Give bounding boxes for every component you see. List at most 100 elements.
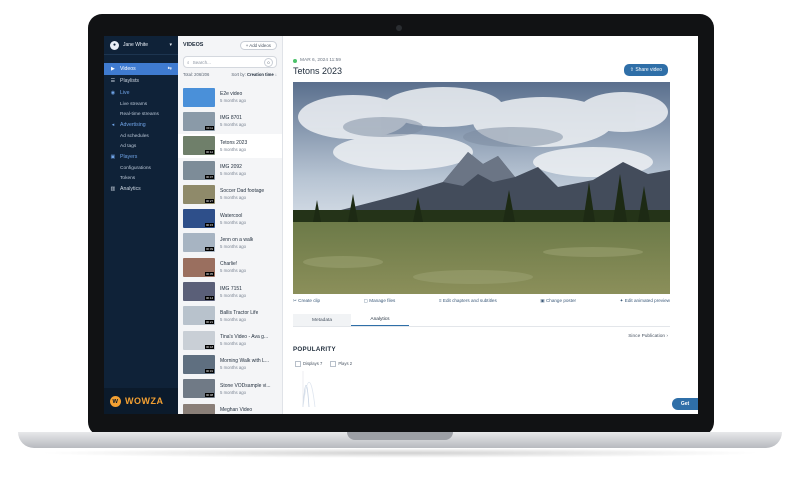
sidebar-item-playlists[interactable]: ☰ Playlists [104,75,178,87]
megaphone-icon: ◂ [111,122,115,128]
laptop-notch [347,432,453,440]
sidebar-item-label: Players [120,154,138,160]
video-title: Soccer Dad footage [220,188,265,195]
sidebar-item-label: Tokens [120,175,136,181]
webcam [396,25,402,31]
edit-animated-preview-button[interactable]: ✦ Edit animated preview [620,298,670,304]
sidebar-item-label: Analytics [120,186,141,192]
sidebar-item-videos[interactable]: ▶ Videos ⇆ [104,63,178,75]
video-age: 5 months ago [220,243,247,249]
file-icon: ▢ [363,298,369,303]
user-menu[interactable]: ● Jane White ▾ [104,36,178,55]
sidebar-item-tokens[interactable]: Tokens [104,173,178,183]
video-thumbnail: 00:08 [183,379,215,399]
sidebar-item-label: Playlists [120,78,140,84]
list-item[interactable]: 00:05 Charlie! 5 months ago [178,255,282,279]
search-input[interactable]: ⌕ Search... 0 [183,56,277,68]
list-icon: ☰ [110,78,116,84]
video-thumbnail: 00:12 [183,136,215,156]
sidebar-item-label: Advertising [120,122,146,128]
duration-badge: 00:15 [205,223,214,228]
video-title: Morning Walk with L... [220,358,269,365]
sidebar-item-live-streams[interactable]: Live streams [104,99,178,109]
video-thumbnail: 00:15 [183,209,215,229]
duration-badge: 00:07 [205,174,214,179]
sidebar-item-label: Videos [120,66,136,72]
share-video-button[interactable]: ⇧ Share video [623,64,668,76]
checkbox-icon [330,361,337,367]
video-title: Tina's Video - Ava g... [220,334,269,341]
list-item[interactable]: 00:07 IMG 2092 5 months ago [178,158,282,182]
video-thumbnail: 00:10 [183,403,215,414]
checkbox-icon [295,361,301,367]
wowza-mark-icon: w [110,395,121,407]
sidebar-item-analytics[interactable]: ▥ Analytics [104,183,178,195]
duration-badge: 00:21 [205,320,214,325]
video-thumbnail: 00:05 [183,257,215,277]
add-videos-button[interactable]: + Add videos [239,40,277,50]
video-age: 5 months ago [220,171,247,177]
video-list-heading: VIDEOS [183,42,204,48]
sparkle-icon: ✦ [619,298,624,303]
video-thumbnail: 00:18 [183,330,215,350]
laptop-shadow [36,448,764,458]
sidebar-item-ad-tags[interactable]: Ad tags [104,141,178,151]
sidebar-item-configurations[interactable]: Configurations [104,163,178,173]
edit-chapters-button[interactable]: ≡ Edit chapters and subtitles [439,298,497,304]
sidebar-item-live[interactable]: ◉ Live [104,87,178,99]
list-item[interactable]: 00:18 Tina's Video - Ava g... 5 months ago [178,328,282,352]
scissors-icon: ✂ [293,298,297,303]
list-item[interactable]: 00:12 Tetons 2023 5 months ago [178,133,282,158]
search-icon: ⌕ [187,59,190,65]
period-select[interactable]: Since Publication › [628,334,668,339]
video-age: 5 months ago [220,122,247,128]
change-poster-button[interactable]: ▣ Change poster [540,298,576,304]
legend-label: Plays 2 [338,361,353,367]
broadcast-icon: ◉ [110,90,116,96]
tab-analytics[interactable]: Analytics [351,314,409,326]
action-label: Change poster [545,298,577,303]
sidebar-item-advertising[interactable]: ◂ Advertising [104,119,178,131]
sidebar-item-players[interactable]: ▣ Players [104,151,178,163]
video-age: 5 months ago [220,316,247,322]
sidebar-item-label: Live streams [120,101,148,107]
video-title: Jenn on a walk [220,236,254,243]
list-item[interactable]: 00:08 Stone VODsample vi... 5 months ago [178,377,282,401]
tab-metadata[interactable]: Metadata [293,314,351,326]
list-item[interactable]: 00:15 Watercool 5 months ago [178,206,282,230]
list-item[interactable]: 00:21 Ballis Tractor Life 5 months ago [178,304,282,328]
legend-displays[interactable]: Displays 7 [295,361,322,367]
chart-icon: ▥ [110,186,116,192]
video-list-panel: VIDEOS + Add videos ⌕ Search... 0 Total:… [178,36,283,414]
list-item[interactable]: 00:14 IMG 7151 5 months ago [178,279,282,303]
action-label: Manage files [369,298,396,303]
create-clip-button[interactable]: ✂ Create clip [293,298,320,304]
list-item[interactable]: 00:11 IMG 8701 5 months ago [178,109,282,133]
video-title: Stone VODsample vi... [220,382,271,389]
list-item[interactable]: 00:09 Jenn on a walk 5 months ago [178,231,282,255]
sidebar-item-label: Ad tags [120,143,137,149]
sidebar-item-label: Live [120,90,130,96]
sidebar-item-label: Real-time streams [120,111,159,117]
video-title: Charlie! [220,261,238,268]
sort-select[interactable]: Sort by: Creation time ↓ [231,72,277,77]
list-item[interactable]: E2e video 5 months ago [178,85,282,109]
duration-badge: 00:18 [205,344,214,349]
video-thumbnail: 00:27 [183,184,215,204]
video-player[interactable] [293,82,670,294]
list-item[interactable]: 00:27 Soccer Dad footage 5 months ago [178,182,282,206]
legend-plays[interactable]: Plays 2 [330,361,352,367]
app-screen: ● Jane White ▾ ▶ Videos ⇆ ☰ Playlists ◉ … [104,36,698,414]
list-item[interactable]: 00:31 Morning Walk with L... 5 months ago [178,352,282,376]
get-help-button[interactable]: Get [672,398,698,410]
video-thumbnail: 00:31 [183,354,215,374]
video-age: 5 months ago [220,146,247,152]
manage-files-button[interactable]: ▢ Manage files [364,298,396,304]
popularity-heading: POPULARITY [293,346,336,353]
list-item[interactable]: 00:10Meghan Video5 months ago [178,401,282,414]
sidebar-item-ad-schedules[interactable]: Ad schedules [104,131,178,141]
video-age: 5 months ago [220,389,247,395]
video-thumbnail: 00:11 [183,111,215,131]
sidebar-item-real-time-streams[interactable]: Real-time streams [104,109,178,119]
sidebar: ● Jane White ▾ ▶ Videos ⇆ ☰ Playlists ◉ … [104,36,184,414]
